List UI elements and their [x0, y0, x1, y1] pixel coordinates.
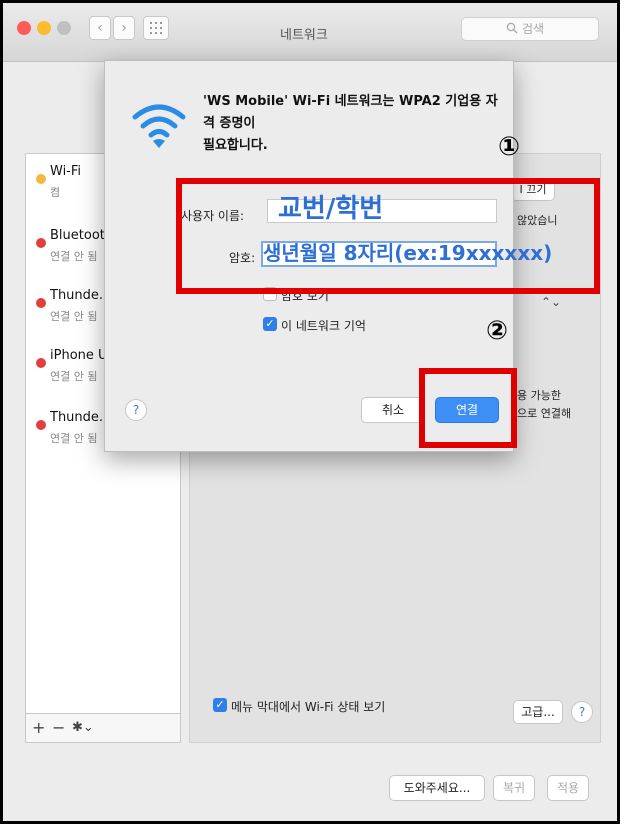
connect-highlight-box	[419, 368, 517, 448]
close-window-button[interactable]	[17, 21, 31, 35]
help-button[interactable]: ?	[125, 399, 147, 421]
advanced-button[interactable]: 고급...	[513, 700, 563, 724]
search-icon	[506, 18, 518, 40]
remember-network-checkbox[interactable]: ✓	[263, 317, 277, 331]
step-marker-2: ②	[486, 316, 509, 346]
title-bar: ‹ › 네트워크 검색	[3, 3, 617, 62]
gear-icon[interactable]: ✱⌄	[72, 720, 94, 735]
add-service-button[interactable]: +	[32, 718, 45, 737]
menu-bar-wifi-checkbox[interactable]: ✓	[213, 698, 227, 712]
username-hint: 교번/학번	[278, 194, 384, 224]
network-name-popup-arrows[interactable]: ⌃⌄	[541, 295, 561, 309]
revert-button[interactable]: 복귀	[493, 775, 535, 801]
status-dot	[36, 174, 46, 184]
status-dot	[36, 298, 46, 308]
remember-network-label: 이 네트워크 기억	[281, 319, 366, 333]
credentials-highlight-box	[176, 178, 600, 294]
service-status: 연결 안 됨	[50, 370, 98, 383]
forward-button[interactable]: ›	[113, 16, 135, 40]
status-dot	[36, 358, 46, 368]
dialog-message: 'WS Mobile' Wi-Fi 네트워크는 WPA2 기업용 자격 증명이 …	[203, 91, 503, 157]
minimize-window-button[interactable]	[37, 21, 51, 35]
window-title: 네트워크	[280, 28, 328, 43]
dialog-message-line: 'WS Mobile' Wi-Fi 네트워크는 WPA2 기업용 자격 증명이	[203, 94, 498, 131]
search-placeholder: 검색	[522, 22, 545, 36]
cancel-button[interactable]: 취소	[361, 397, 425, 423]
grid-icon	[150, 22, 162, 34]
auto-join-text: 용 가능한	[517, 389, 561, 402]
remove-service-button[interactable]: −	[52, 718, 65, 737]
service-status: 연결 안 됨	[50, 250, 98, 263]
help-button[interactable]: ?	[571, 701, 593, 723]
service-name: Wi-Fi	[50, 164, 82, 179]
password-hint: 생년월일 8자리(ex:19xxxxxx)	[263, 241, 553, 265]
service-list-toolbar: + − ✱⌄	[25, 713, 181, 743]
show-all-button[interactable]	[143, 16, 169, 40]
back-button[interactable]: ‹	[89, 16, 111, 40]
auto-join-text: 으로 연결해	[517, 407, 572, 420]
service-status: 연결 안 됨	[50, 432, 98, 445]
dialog-message-line: 필요합니다.	[203, 138, 268, 153]
service-status: 연결 안 됨	[50, 310, 98, 323]
status-dot	[36, 420, 46, 430]
service-status: 켬	[50, 186, 61, 199]
wifi-icon	[132, 104, 186, 148]
status-dot	[36, 238, 46, 248]
apply-button[interactable]: 적용	[547, 775, 589, 801]
zoom-window-button[interactable]	[57, 21, 71, 35]
search-field[interactable]: 검색	[461, 17, 599, 41]
step-marker-1: ①	[498, 132, 521, 162]
assist-me-button[interactable]: 도와주세요...	[389, 775, 485, 801]
menu-bar-wifi-label: 메뉴 막대에서 Wi-Fi 상태 보기	[231, 700, 386, 714]
